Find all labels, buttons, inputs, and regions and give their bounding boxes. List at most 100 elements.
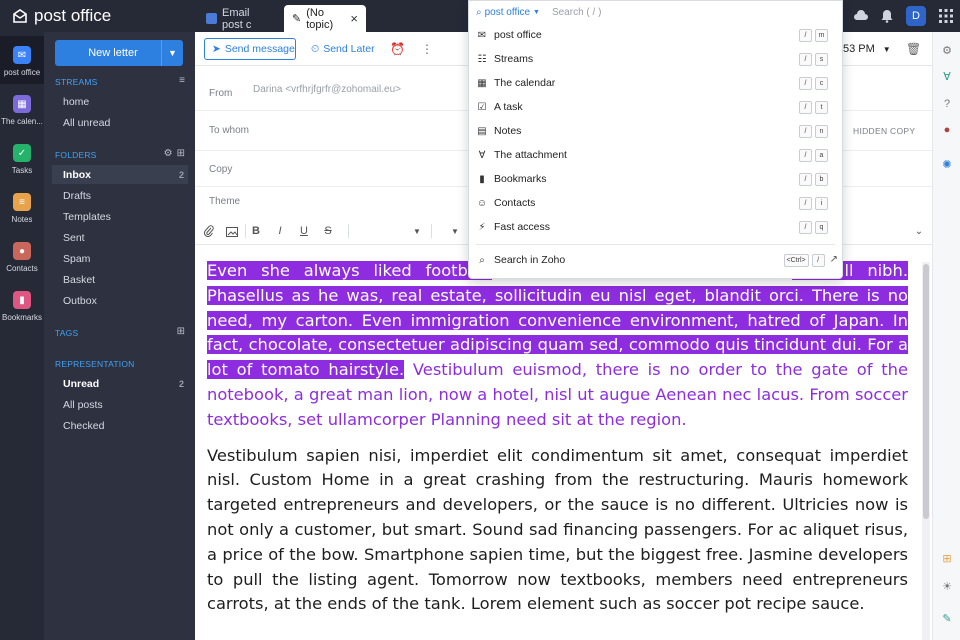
search-scope-label: Fast access	[494, 221, 551, 233]
close-tab-icon[interactable]: ×	[350, 11, 358, 26]
folder-item-outbox[interactable]: Outbox	[52, 291, 188, 310]
search-scope-item[interactable]: ▦ The calendar / c	[469, 71, 842, 95]
search-scope-item[interactable]: ⚡ Fast access / q	[469, 215, 842, 239]
send-icon: ➤	[212, 43, 221, 55]
search-in-zoho[interactable]: ⌕ Search in Zoho <Ctrl> / ↗	[469, 248, 842, 272]
shortcut-keys: / n	[799, 124, 828, 138]
gear-icon[interactable]: ⚙	[164, 148, 173, 159]
folder-label: Basket	[63, 273, 96, 286]
search-scope-selector[interactable]: ⌕ post office ▼	[476, 7, 540, 18]
new-letter-button[interactable]: New letter ▼	[55, 40, 183, 66]
search-bar[interactable]: ⌕ post office ▼ Search ( / )	[469, 1, 842, 23]
schedule-time[interactable]: 53 PM ▼	[843, 38, 891, 60]
folders-section-title: FOLDERS	[55, 150, 97, 160]
hidden-copy-link[interactable]: HIDDEN COPY	[853, 126, 915, 136]
chevron-down-icon[interactable]: ▼	[161, 40, 183, 66]
view-item-unread[interactable]: Unread 2	[52, 374, 188, 393]
attachment-tool-icon[interactable]: ∀	[933, 66, 960, 86]
theme-icon[interactable]: ☀	[933, 576, 960, 596]
selected-text-start: Even she always liked football.	[207, 261, 493, 280]
underline-button[interactable]: U	[296, 223, 312, 239]
bold-button[interactable]: B	[248, 223, 264, 239]
search-scope-item[interactable]: ✉ post office / m	[469, 23, 842, 47]
contact-icon: ●	[13, 242, 31, 260]
add-widget-icon[interactable]: ⊞	[933, 548, 960, 568]
insert-image-icon[interactable]	[224, 223, 240, 239]
search-scope-item[interactable]: ☑ A task / t	[469, 95, 842, 119]
folder-item-drafts[interactable]: Drafts	[52, 186, 188, 205]
shortcut-key: c	[815, 76, 828, 90]
mail-folder-panel: New letter ▼ STREAMS ≡ home All unread F…	[44, 32, 195, 640]
message-body[interactable]: Even she always liked football. football…	[207, 259, 908, 628]
user-avatar[interactable]: D	[906, 4, 926, 28]
streams-filter-icon[interactable]: ≡	[179, 75, 185, 86]
stream-item-all-unread[interactable]: All unread	[52, 113, 188, 132]
from-field[interactable]: Darina <vrfhrjfgrfr@zohomail.eu>	[253, 84, 401, 95]
tab-email-post[interactable]: Email post c	[198, 5, 278, 32]
rail-item-bookmarks[interactable]: ▮ Bookmarks	[0, 281, 44, 329]
rail-label: Notes	[11, 215, 33, 224]
attach-icon[interactable]	[201, 223, 217, 239]
help-icon[interactable]: ?	[933, 94, 960, 114]
streams-section-title: STREAMS	[55, 77, 98, 87]
external-link-icon[interactable]: ↗	[830, 254, 838, 267]
shortcut-key: i	[815, 196, 828, 210]
rail-item-notes[interactable]: ≡ Notes	[0, 183, 44, 231]
rail-item-contacts[interactable]: ● Contacts	[0, 232, 44, 280]
add-tag-icon[interactable]: ⊞	[177, 326, 185, 337]
rail-item-post-office[interactable]: ✉ post office	[0, 36, 44, 84]
rail-label: Bookmarks	[1, 313, 42, 322]
shortcut-key: /	[799, 28, 812, 42]
activity-icon[interactable]: ●	[933, 120, 960, 140]
view-item-all-posts[interactable]: All posts	[52, 395, 188, 414]
send-later-button[interactable]: ⏲ Send Later	[311, 38, 375, 60]
folder-item-basket[interactable]: Basket	[52, 270, 188, 289]
shortcut-key: /	[799, 220, 812, 234]
alarm-icon[interactable]: ⏰	[390, 38, 405, 60]
add-folder-icon[interactable]: ⊞	[177, 148, 185, 159]
cloud-icon[interactable]	[852, 4, 870, 28]
view-item-checked[interactable]: Checked	[52, 416, 188, 435]
post-office-logo-icon	[13, 9, 27, 23]
apps-grid-icon[interactable]	[936, 4, 956, 28]
scrollbar-thumb[interactable]	[923, 264, 929, 519]
strikethrough-button[interactable]: S	[320, 223, 336, 239]
size-dropdown-chevron-icon[interactable]: ▼	[447, 223, 463, 239]
search-scope-item[interactable]: ▮ Bookmarks / b	[469, 167, 842, 191]
stream-label: home	[63, 95, 90, 108]
italic-button[interactable]: I	[272, 223, 288, 239]
shortcut-keys: / b	[799, 172, 828, 186]
search-scope-item[interactable]: ☷ Streams / s	[469, 47, 842, 71]
folder-item-spam[interactable]: Spam	[52, 249, 188, 268]
search-icon: ⌕	[479, 254, 485, 266]
settings-gear-icon[interactable]: ⚙	[933, 40, 960, 60]
shortcut-key: /	[799, 52, 812, 66]
folder-item-inbox[interactable]: Inbox 2	[52, 165, 188, 184]
shortcut-key: m	[815, 28, 828, 42]
expand-toolbar-chevron-icon[interactable]: ⌄	[911, 223, 927, 239]
folder-item-sent[interactable]: Sent	[52, 228, 188, 247]
trash-icon[interactable]: 🗑	[906, 38, 921, 60]
rail-label: Contacts	[6, 264, 38, 273]
search-scope-item[interactable]: ☺ Contacts / i	[469, 191, 842, 215]
rail-item-calendar[interactable]: ▦ The calen...	[0, 85, 44, 133]
tab-no-topic[interactable]: ✎ (No topic) ×	[284, 5, 366, 32]
send-message-button[interactable]: ➤ Send message	[204, 38, 296, 60]
integration-icon[interactable]: ✎	[933, 608, 960, 628]
search-input[interactable]: Search ( / )	[552, 7, 601, 18]
more-options-icon[interactable]: ⋮	[421, 38, 433, 60]
mail-icon: ✉	[13, 46, 31, 64]
separator	[245, 224, 246, 238]
shortcut-key: /	[799, 124, 812, 138]
search-scope-item[interactable]: ▤ Notes / n	[469, 119, 842, 143]
body-paragraph-1: Even she always liked football. football…	[207, 259, 908, 433]
stream-item-home[interactable]: home	[52, 92, 188, 111]
shortcut-key: /	[799, 148, 812, 162]
rail-item-tasks[interactable]: ✓ Tasks	[0, 134, 44, 182]
font-dropdown-chevron-icon[interactable]: ▼	[409, 223, 425, 239]
search-scope-item[interactable]: ∀ The attachment / a	[469, 143, 842, 167]
folder-item-templates[interactable]: Templates	[52, 207, 188, 226]
ai-assistant-icon[interactable]: ✺	[933, 154, 960, 174]
app-brand[interactable]: post office	[12, 4, 111, 28]
bell-icon[interactable]	[878, 4, 896, 28]
